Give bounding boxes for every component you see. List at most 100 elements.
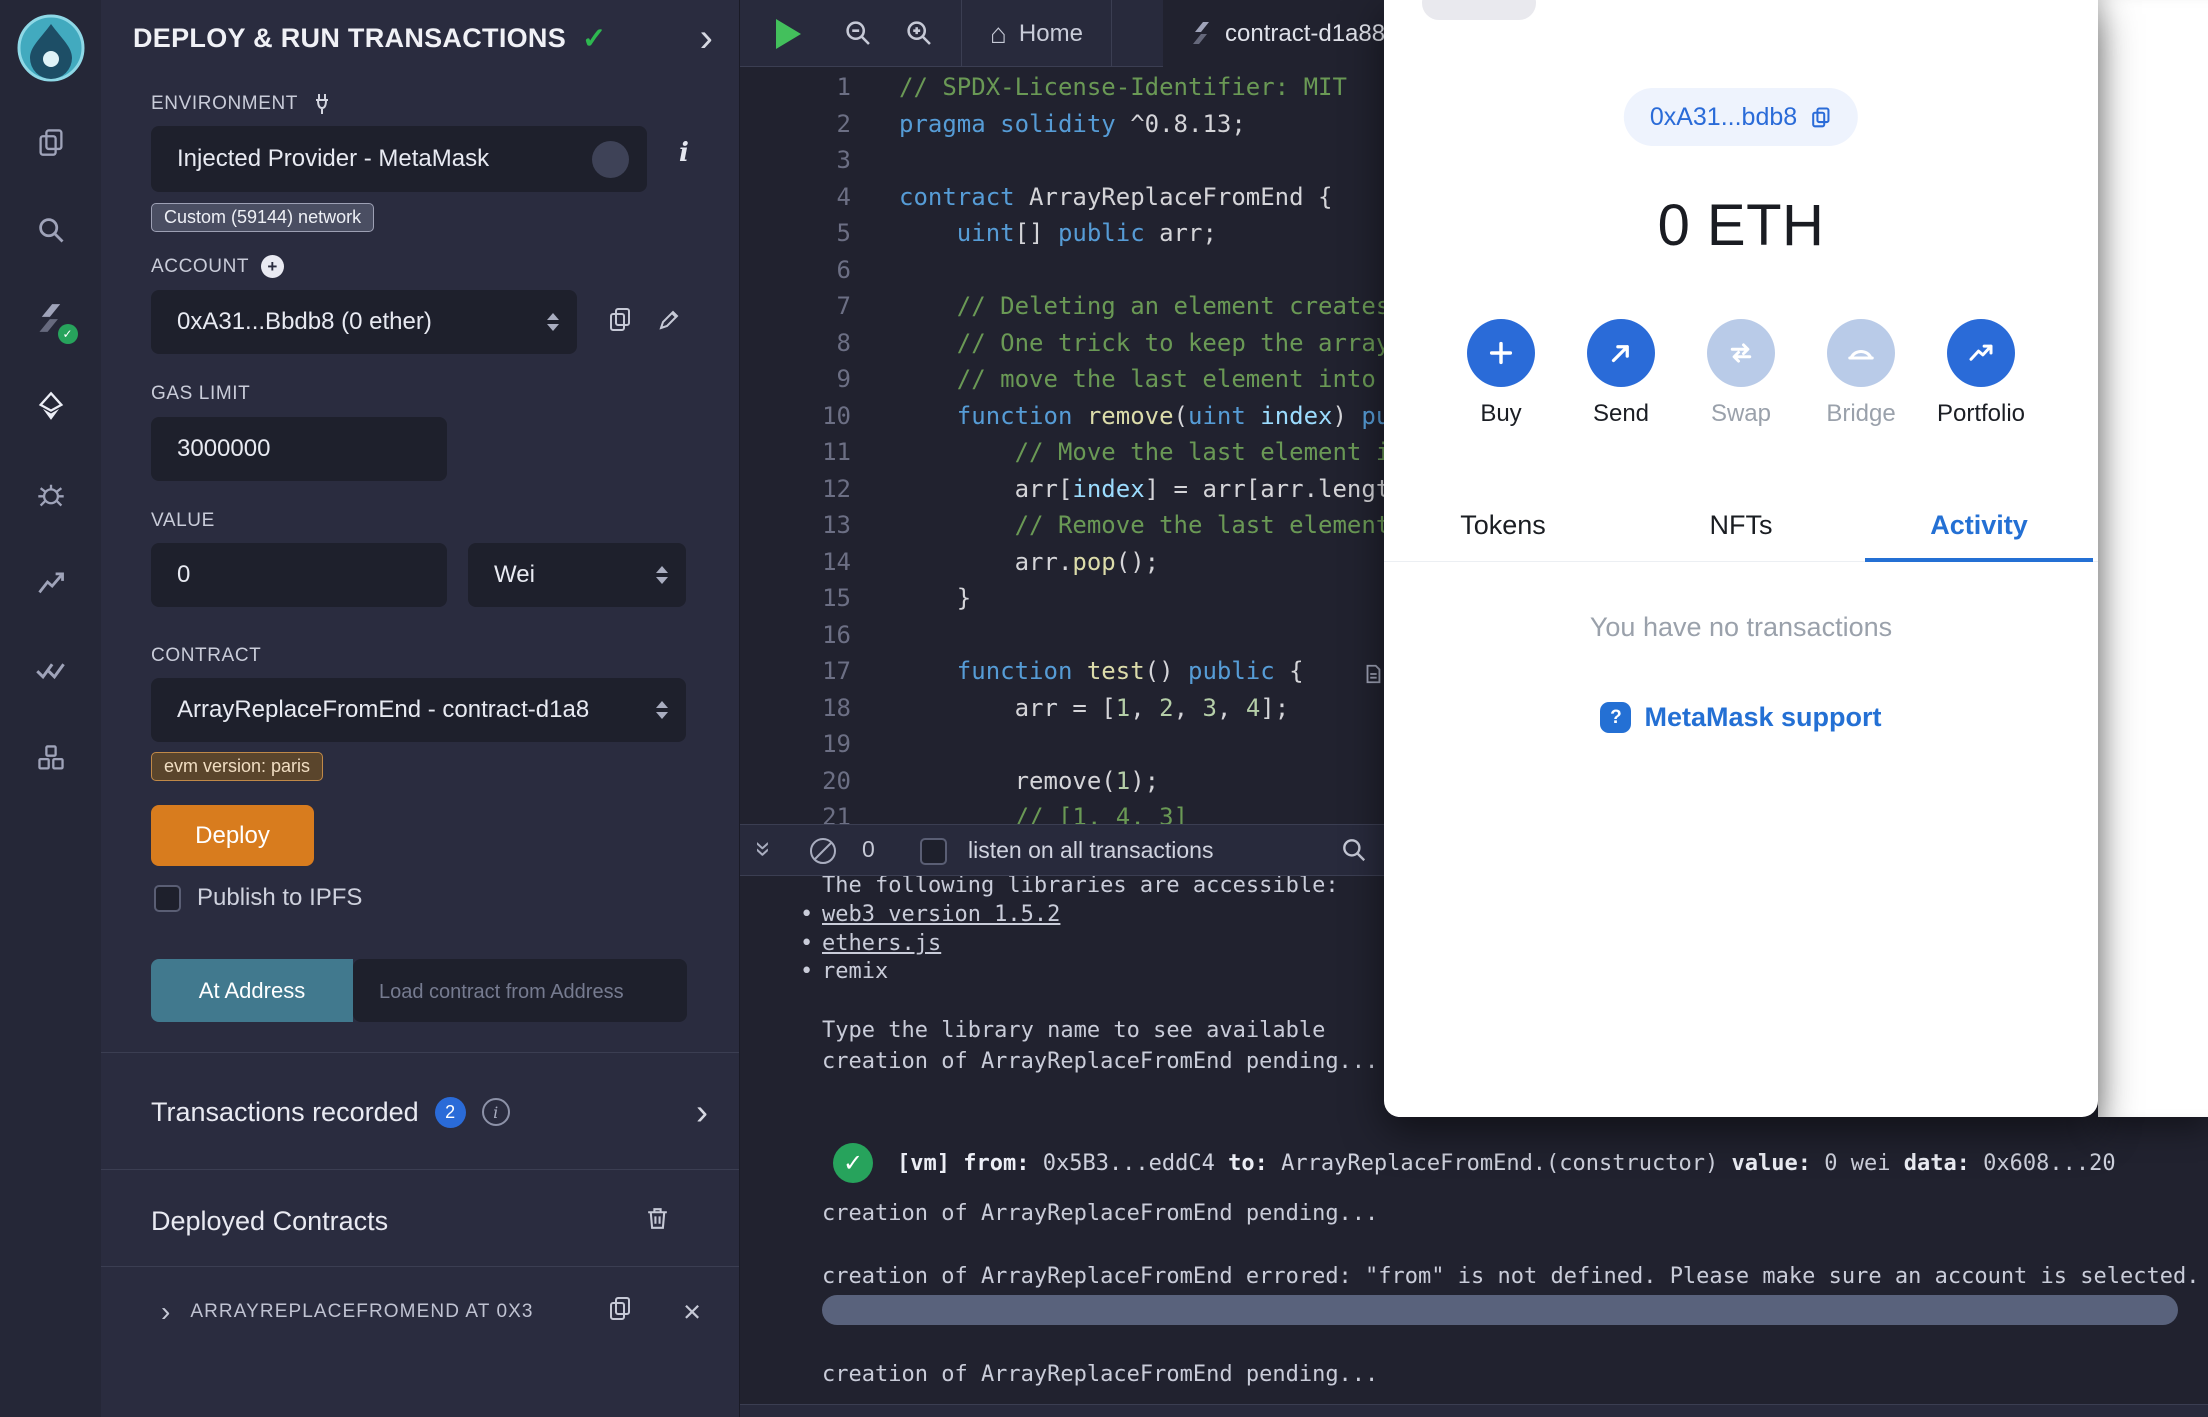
deploy-run-panel: DEPLOY & RUN TRANSACTIONS ✓ › ENVIRONMEN… xyxy=(101,0,739,1417)
environment-info-icon[interactable]: i xyxy=(679,138,689,168)
tab-activity[interactable]: Activity xyxy=(1860,490,2098,562)
swap-button: Swap xyxy=(1693,319,1789,428)
terminal-bottom-strip xyxy=(740,1404,2208,1417)
panel-title: DEPLOY & RUN TRANSACTIONS xyxy=(133,22,567,53)
account-select[interactable]: 0xA31...Bbdb8 (0 ether) xyxy=(151,290,577,354)
expand-contract-chevron-icon[interactable]: › xyxy=(161,1298,170,1326)
line-number: 9 xyxy=(836,365,851,393)
divider xyxy=(101,1169,739,1170)
select-arrows-icon xyxy=(547,313,559,331)
add-account-icon[interactable]: + xyxy=(261,255,285,278)
at-address-button[interactable]: At Address xyxy=(151,959,353,1022)
listen-label: listen on all transactions xyxy=(968,837,1214,863)
plugin-manager-icon[interactable] xyxy=(27,734,75,782)
publish-to-ipfs-checkbox[interactable] xyxy=(154,884,181,912)
remove-contract-icon[interactable]: × xyxy=(683,1294,701,1330)
contract-label: CONTRACT xyxy=(151,645,262,666)
deploy-and-run-icon[interactable] xyxy=(27,382,75,430)
contract-select[interactable]: ArrayReplaceFromEnd - contract-d1a8 xyxy=(151,678,686,742)
clear-deployed-trash-icon[interactable] xyxy=(644,1205,709,1237)
portfolio-chart-icon xyxy=(1947,319,2015,387)
select-arrows-icon xyxy=(656,701,668,719)
zoom-out-icon[interactable] xyxy=(843,18,873,53)
solidity-file-icon xyxy=(1193,21,1209,44)
remix-logo-icon[interactable] xyxy=(15,12,87,84)
line-number: 11 xyxy=(822,438,851,466)
action-buttons: Buy Send Swap Bridge Portfolio xyxy=(1384,319,2098,428)
terminal-line: The following libraries are accessible: xyxy=(822,873,1339,898)
line-number: 16 xyxy=(822,620,851,649)
run-script-icon[interactable] xyxy=(776,19,801,49)
tab-tokens[interactable]: Tokens xyxy=(1384,490,1622,561)
environment-value: Injected Provider - MetaMask xyxy=(177,145,490,172)
account-value: 0xA31...Bbdb8 (0 ether) xyxy=(177,308,432,335)
file-explorer-icon[interactable] xyxy=(27,118,75,166)
terminal-search-icon[interactable] xyxy=(1340,836,1368,869)
copy-account-icon[interactable] xyxy=(607,306,633,337)
panel-expand-chevron-icon[interactable]: › xyxy=(700,18,713,58)
publish-to-ipfs-label: Publish to IPFS xyxy=(197,884,363,911)
info-icon[interactable]: i xyxy=(481,1098,510,1126)
portfolio-button[interactable]: Portfolio xyxy=(1933,319,2029,428)
line-number: 7 xyxy=(836,292,851,320)
clear-console-icon[interactable] xyxy=(810,838,836,864)
tx-summary: [vm] from: 0x5B3...eddC4 to: ArrayReplac… xyxy=(897,1150,2116,1176)
deployed-contracts-row: Deployed Contracts xyxy=(151,1194,709,1248)
terminal-link[interactable]: web3 version 1.5.2 xyxy=(800,902,1060,927)
terminal-link[interactable]: ethers.js xyxy=(800,931,941,956)
line-number: 18 xyxy=(822,693,851,722)
transactions-recorded-row: Transactions recorded 2 i › xyxy=(151,1086,709,1138)
line-number: 5 xyxy=(836,219,851,247)
value-input[interactable] xyxy=(151,543,447,607)
action-label: Send xyxy=(1592,400,1650,427)
sign-message-icon[interactable] xyxy=(657,306,683,337)
listen-checkbox[interactable] xyxy=(920,838,947,865)
action-label: Buy xyxy=(1480,400,1522,427)
search-icon[interactable] xyxy=(27,206,75,254)
value-label: VALUE xyxy=(151,510,215,531)
popup-handle xyxy=(1422,0,1536,20)
terminal-scrollbar[interactable] xyxy=(822,1295,2178,1325)
provider-toggle-icon[interactable] xyxy=(592,140,629,178)
listen-count: 0 xyxy=(862,836,875,862)
value-unit-select[interactable]: Wei xyxy=(468,543,686,607)
terminal-line: creation of ArrayReplaceFromEnd pending.… xyxy=(822,1049,1379,1074)
send-button[interactable]: Send xyxy=(1573,319,1669,428)
terminal-line: creation of ArrayReplaceFromEnd pending.… xyxy=(822,1362,1379,1387)
deploy-button[interactable]: Deploy xyxy=(151,805,314,866)
publish-to-ipfs-row: Publish to IPFS xyxy=(154,884,362,912)
tab-home[interactable]: ⌂ Home xyxy=(961,0,1112,67)
terminal-tx-success-line[interactable]: ✓ [vm] from: 0x5B3...eddC4 to: ArrayRepla… xyxy=(833,1143,2116,1183)
solidity-compiler-icon[interactable]: ✓ xyxy=(27,294,78,344)
copy-contract-icon[interactable] xyxy=(607,1295,633,1326)
gas-limit-label: GAS LIMIT xyxy=(151,383,251,404)
network-badge: Custom (59144) network xyxy=(151,203,375,232)
collapse-terminal-icon[interactable]: » xyxy=(748,841,780,857)
environment-select[interactable]: Injected Provider - MetaMask xyxy=(151,126,647,192)
line-number: 8 xyxy=(836,328,851,357)
line-number: 6 xyxy=(836,255,851,284)
send-arrow-icon xyxy=(1587,319,1655,387)
editor-gutter: 1 2 3 4 5 6 7 8 9 10 11 12 13 14 15 16 17 18 19 20 21 xyxy=(740,67,860,824)
terminal-line: creation of ArrayReplaceFromEnd errored:… xyxy=(822,1264,2208,1289)
line-number: 3 xyxy=(836,146,851,174)
line-number: 10 xyxy=(822,401,851,430)
statistics-icon[interactable] xyxy=(27,558,75,606)
metamask-support-link[interactable]: ? MetaMask support xyxy=(1384,702,2098,733)
buy-button[interactable]: Buy xyxy=(1453,319,1549,428)
account-address-pill[interactable]: 0xA31...bdb8 xyxy=(1623,88,1859,146)
at-address-input[interactable] xyxy=(353,959,687,1022)
account-label: ACCOUNT + xyxy=(151,255,285,278)
zoom-in-icon[interactable] xyxy=(904,18,934,53)
transactions-expand-chevron-icon[interactable]: › xyxy=(696,1094,708,1130)
gas-limit-input[interactable] xyxy=(151,417,447,481)
solidity-analyzers-icon[interactable] xyxy=(27,646,75,694)
debugger-icon[interactable] xyxy=(27,470,75,518)
support-label: MetaMask support xyxy=(1644,702,1882,732)
divider xyxy=(101,1266,739,1267)
action-label: Bridge xyxy=(1826,400,1896,427)
tab-contract-label: contract-d1a881 xyxy=(1225,19,1399,47)
deployed-contract-label: ARRAYREPLACEFROMEND AT 0X3 xyxy=(190,1301,534,1322)
evm-version-badge: evm version: paris xyxy=(151,752,324,781)
tab-nfts[interactable]: NFTs xyxy=(1622,490,1860,561)
